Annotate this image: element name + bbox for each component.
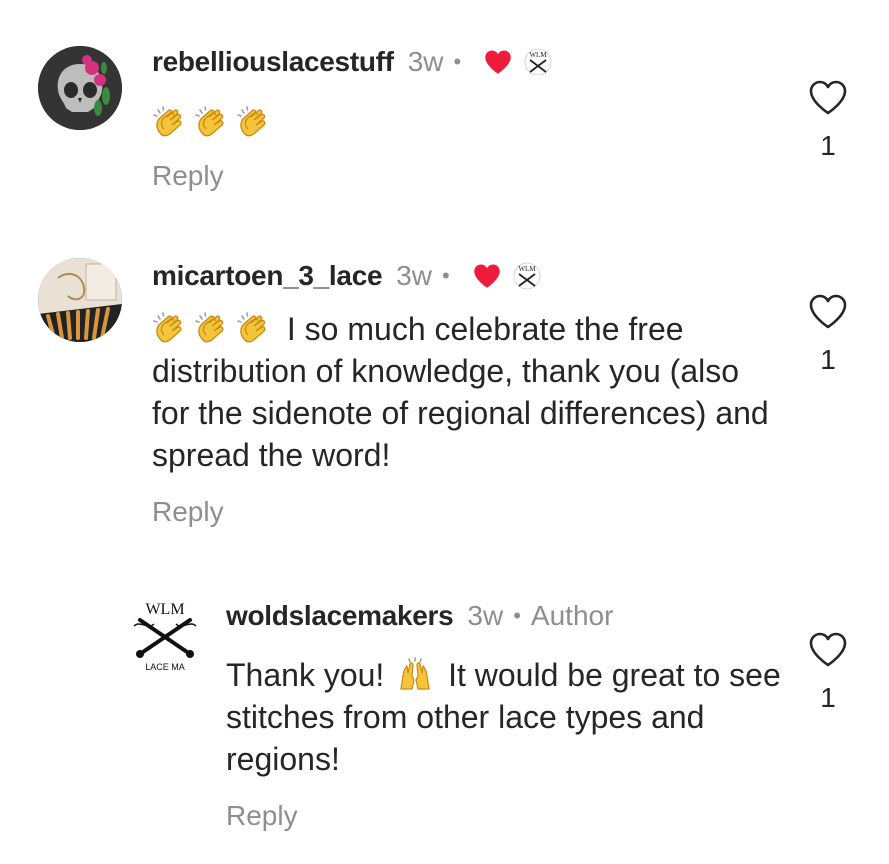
avatar[interactable] — [38, 258, 122, 342]
clapping-hands-emoji — [236, 104, 272, 140]
svg-text:LACE MA: LACE MA — [145, 662, 185, 672]
author-badge: Author — [530, 600, 614, 631]
wlm-logo-icon: WLM LACE MA — [133, 601, 197, 672]
avatar[interactable] — [38, 46, 122, 130]
avatar[interactable]: WLM LACE MA — [126, 596, 204, 674]
raising-hands-emoji — [397, 656, 433, 692]
separator-dot: • — [442, 263, 450, 288]
reply-button[interactable]: Reply — [226, 798, 298, 834]
timestamp: 3w — [396, 260, 433, 291]
clapping-hands-emoji — [152, 310, 188, 346]
separator-dot: • — [513, 603, 521, 628]
comment-text: I so much celebrate the free distributio… — [152, 308, 772, 476]
like-column: 1 — [803, 80, 853, 162]
like-column: 1 — [803, 632, 853, 714]
reply-button[interactable]: Reply — [152, 158, 224, 194]
comment-meta: micartoen_3_lace 3w • — [152, 258, 772, 294]
lace-bobbins-icon — [38, 258, 122, 342]
username[interactable]: rebelliouslacestuff — [152, 44, 394, 80]
timestamp: 3w — [407, 46, 444, 77]
username[interactable]: woldslacemakers — [226, 598, 454, 634]
clapping-hands-emoji — [236, 310, 272, 346]
separator-dot: • — [453, 49, 462, 74]
comment-body: micartoen_3_lace 3w • I so much celebrat… — [152, 258, 772, 530]
comment-body: rebelliouslacestuff 3w • Reply — [152, 44, 782, 194]
creator-avatar-icon — [512, 261, 542, 291]
clapping-hands-emoji — [152, 104, 188, 140]
comment-text: Thank you! It would be great to see stit… — [226, 654, 786, 780]
red-heart-icon — [472, 263, 502, 290]
comment-meta: woldslacemakers 3w • Author — [226, 598, 786, 634]
username[interactable]: micartoen_3_lace — [152, 258, 383, 294]
heart-outline-icon[interactable] — [808, 294, 848, 330]
clapping-hands-emoji — [194, 104, 230, 140]
comment-text-start: Thank you! — [226, 657, 385, 693]
timestamp: 3w — [467, 600, 504, 631]
svg-text:WLM: WLM — [145, 601, 184, 618]
comment-text — [152, 102, 782, 144]
like-count: 1 — [820, 344, 836, 375]
comment-meta: rebelliouslacestuff 3w • — [152, 44, 782, 80]
skull-roses-icon — [38, 46, 122, 130]
clapping-hands-emoji — [194, 310, 230, 346]
like-count: 1 — [820, 682, 836, 713]
reply-button[interactable]: Reply — [152, 494, 224, 530]
creator-avatar-icon — [523, 47, 553, 77]
red-heart-icon — [483, 49, 513, 76]
comment-body: woldslacemakers 3w • Author Thank you! I… — [226, 598, 786, 834]
like-count: 1 — [820, 130, 836, 161]
heart-outline-icon[interactable] — [808, 80, 848, 116]
heart-outline-icon[interactable] — [808, 632, 848, 668]
like-column: 1 — [803, 294, 853, 376]
